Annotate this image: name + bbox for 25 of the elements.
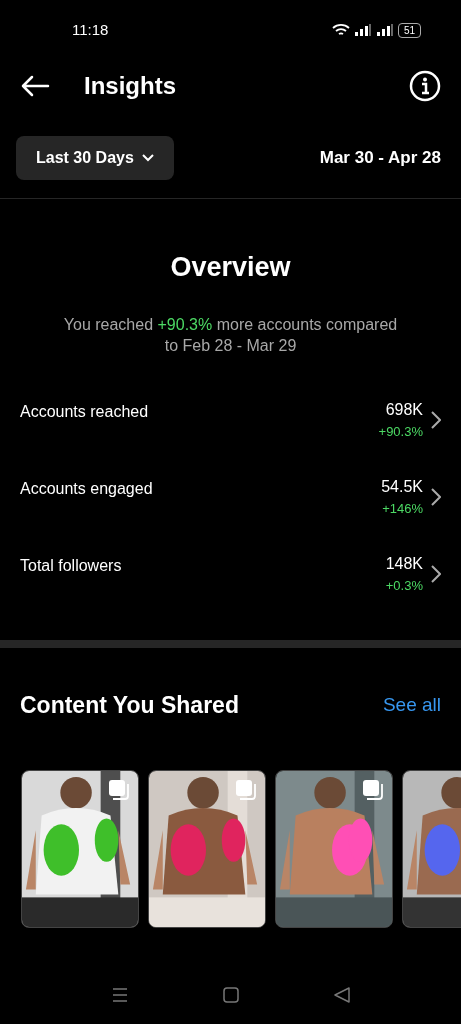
- metric-row[interactable]: Total followers 148K +0.3%: [0, 535, 461, 613]
- metric-row[interactable]: Accounts reached 698K +90.3%: [0, 381, 461, 459]
- info-icon[interactable]: [409, 70, 441, 102]
- metric-row[interactable]: Accounts engaged 54.5K +146%: [0, 458, 461, 536]
- battery-level: 51: [397, 22, 421, 38]
- status-time: 11:18: [72, 19, 109, 40]
- menu-icon[interactable]: [111, 987, 128, 1003]
- section-title: Overview: [169, 251, 292, 284]
- chevron-right-icon: [431, 565, 441, 583]
- home-icon[interactable]: [222, 987, 239, 1003]
- wifi-icon: [331, 23, 350, 37]
- date-filter-dropdown[interactable]: Last 30 Days: [16, 136, 174, 180]
- signal-icon: [375, 24, 394, 36]
- page-title: Insights: [84, 71, 176, 101]
- section-title: Content You Shared: [20, 690, 239, 720]
- signal-icon: [353, 24, 372, 36]
- chevron-down-icon: [141, 154, 154, 162]
- overview-summary: You reached +90.3% more accounts compared to Feb 28 - Mar 29: [62, 314, 399, 356]
- date-range: Mar 30 - Apr 28: [319, 147, 441, 170]
- see-all-link[interactable]: See all: [382, 690, 441, 719]
- carousel-icon: [362, 779, 384, 801]
- carousel-icon: [235, 779, 257, 801]
- chevron-right-icon: [431, 411, 441, 429]
- chevron-right-icon: [431, 488, 441, 506]
- carousel-icon: [108, 779, 130, 801]
